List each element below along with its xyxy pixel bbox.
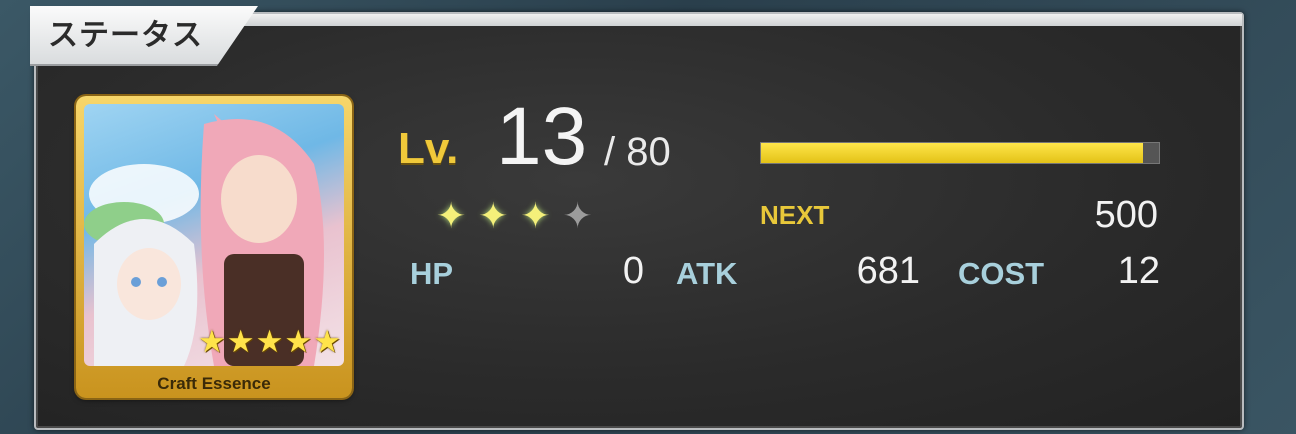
hp-value: 0 <box>622 250 644 292</box>
exp-bar-fill <box>761 143 1144 163</box>
rarity-star-icon: ★ <box>198 324 226 359</box>
cost-label: COST <box>958 256 1045 291</box>
level-max: / 80 <box>604 130 671 174</box>
atk-value: 681 <box>856 250 920 292</box>
next-exp-value: 500 <box>1094 194 1158 236</box>
ascension-star-filled-icon: ✦ <box>436 195 467 236</box>
ascension-star-filled-icon: ✦ <box>478 195 509 236</box>
ascension-stars: ✦ ✦ ✦ ✦ <box>436 196 593 236</box>
ascension-star-filled-icon: ✦ <box>520 195 551 236</box>
next-exp-label: NEXT <box>760 200 830 230</box>
rarity-star-icon: ★ <box>255 324 284 359</box>
card-rarity-stars: ★ ★ ★ ★ ★ <box>198 326 341 357</box>
level-value: 13 <box>496 91 588 182</box>
level-label: Lv. <box>398 124 459 173</box>
rarity-star-icon: ★ <box>284 324 313 359</box>
craft-essence-card[interactable]: ★ ★ ★ ★ ★ Craft Essence <box>76 96 352 398</box>
hp-label: HP <box>410 256 454 291</box>
panel-title-tab: ステータス <box>30 6 258 66</box>
ascension-star-empty-icon: ✦ <box>562 195 593 236</box>
card-type-label: Craft Essence <box>157 374 271 393</box>
rarity-star-icon: ★ <box>226 324 255 359</box>
cost-value: 12 <box>1117 250 1160 292</box>
atk-label: ATK <box>676 256 738 291</box>
exp-bar <box>760 142 1160 164</box>
rarity-star-icon: ★ <box>313 324 341 359</box>
panel-title: ステータス <box>48 19 203 52</box>
